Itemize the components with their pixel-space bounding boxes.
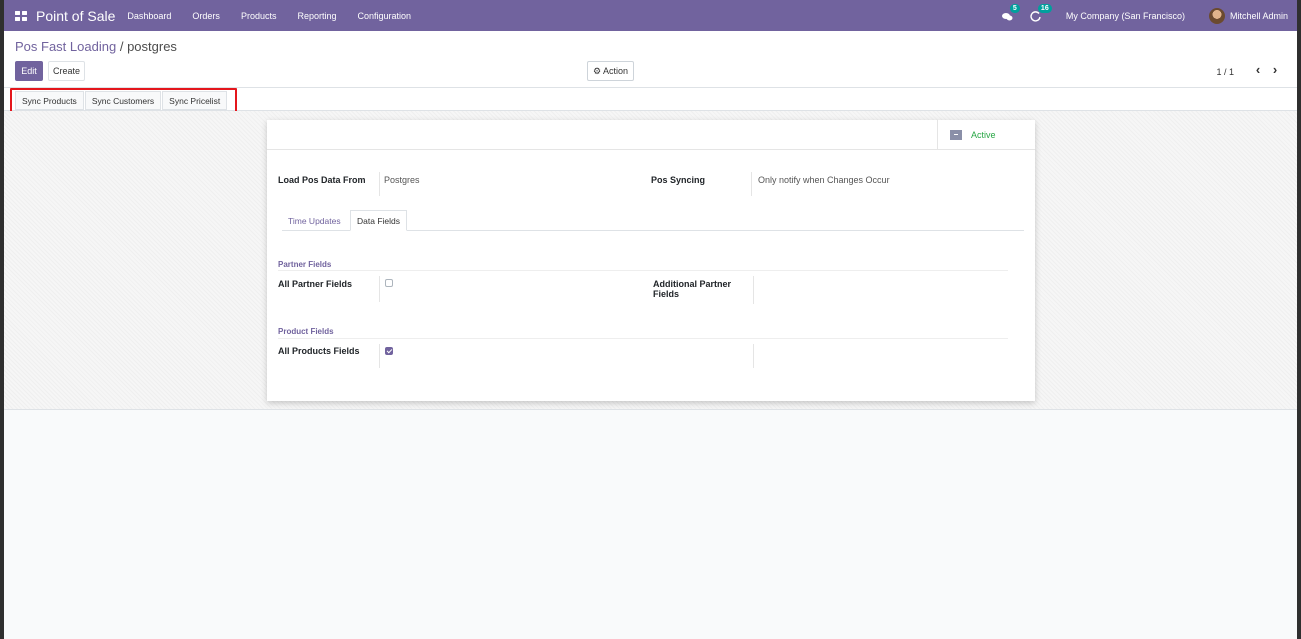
gear-icon: ⚙ [592, 65, 602, 76]
app-brand[interactable]: Point of Sale [36, 8, 115, 24]
user-menu[interactable]: Mitchell Admin [1230, 11, 1288, 21]
field-divider [753, 276, 754, 304]
archive-icon [950, 130, 962, 140]
additional-partner-fields-label: Additional Partner Fields [653, 279, 731, 299]
action-label: Action [603, 66, 629, 76]
activities-badge: 16 [1037, 3, 1052, 13]
sync-customers-button[interactable]: Sync Customers [84, 91, 162, 110]
breadcrumb-parent[interactable]: Pos Fast Loading [15, 39, 116, 54]
pos-syncing-field[interactable]: Only notify when Changes Occur [758, 175, 890, 185]
sync-buttons-highlight: Sync Products Sync Customers Sync Pricel… [10, 88, 237, 113]
field-divider [379, 172, 380, 196]
pager-next-icon[interactable]: › [1268, 63, 1282, 77]
additional-partner-label-line2: Fields [653, 289, 680, 299]
navbar-systray: 5 16 My Company (San Francisco) Mitchell… [1001, 0, 1297, 31]
create-button[interactable]: Create [48, 61, 85, 81]
additional-partner-label-line1: Additional Partner [653, 279, 732, 289]
messages-badge: 5 [1009, 3, 1020, 13]
screen: Point of Sale Dashboard Orders Products … [4, 0, 1297, 639]
user-avatar[interactable] [1208, 7, 1225, 24]
field-divider [379, 344, 380, 368]
control-panel: Pos Fast Loading / postgres Edit Create … [4, 31, 1297, 88]
edit-button[interactable]: Edit [15, 61, 43, 81]
top-navbar: Point of Sale Dashboard Orders Products … [4, 0, 1297, 31]
load-pos-data-label: Load Pos Data From [278, 175, 366, 185]
field-divider [751, 172, 752, 196]
partner-fields-group-title: Partner Fields [278, 260, 332, 269]
activity-clock-icon[interactable]: 16 [1030, 3, 1052, 22]
company-switcher[interactable]: My Company (San Francisco) [1066, 11, 1185, 21]
breadcrumb-current: postgres [127, 39, 177, 54]
pager-value[interactable]: 1 / 1 [1216, 67, 1234, 77]
menu-configuration[interactable]: Configuration [358, 11, 412, 21]
all-partner-fields-checkbox[interactable] [385, 279, 393, 287]
active-toggle-button[interactable]: Active [937, 120, 1035, 150]
product-fields-group-title: Product Fields [278, 327, 334, 336]
menu-orders[interactable]: Orders [192, 11, 220, 21]
all-products-fields-checkbox[interactable] [385, 347, 393, 355]
sync-products-button[interactable]: Sync Products [15, 91, 84, 110]
button-box: Active [267, 120, 1035, 150]
sync-pricelist-button[interactable]: Sync Pricelist [162, 91, 228, 110]
breadcrumb-separator: / [119, 39, 124, 54]
messaging-icon[interactable]: 5 [1001, 3, 1020, 22]
field-divider [379, 276, 380, 302]
breadcrumb: Pos Fast Loading / postgres [15, 39, 177, 54]
action-button[interactable]: ⚙ Action [587, 61, 634, 81]
form-sheet: Active Load Pos Data From Postgres Pos S… [267, 120, 1035, 401]
active-label: Active [971, 130, 996, 140]
pager-previous-icon[interactable]: ‹ [1251, 63, 1265, 77]
apps-menu-icon[interactable] [15, 10, 27, 21]
field-divider [753, 344, 754, 368]
all-partner-fields-label: All Partner Fields [278, 279, 353, 289]
tab-data-fields[interactable]: Data Fields [350, 210, 407, 231]
pos-syncing-label: Pos Syncing [651, 175, 706, 185]
group-separator [278, 270, 1008, 271]
menu-products[interactable]: Products [241, 11, 277, 21]
statusbar: Sync Products Sync Customers Sync Pricel… [4, 88, 1297, 113]
load-pos-data-field[interactable]: Postgres [384, 175, 420, 185]
notebook-tabs: Time Updates Data Fields [282, 210, 1024, 231]
group-separator [278, 338, 1008, 339]
tab-time-updates[interactable]: Time Updates [282, 210, 347, 231]
menu-dashboard[interactable]: Dashboard [127, 11, 171, 21]
menu-reporting[interactable]: Reporting [297, 11, 336, 21]
all-products-fields-label: All Products Fields [278, 346, 360, 356]
